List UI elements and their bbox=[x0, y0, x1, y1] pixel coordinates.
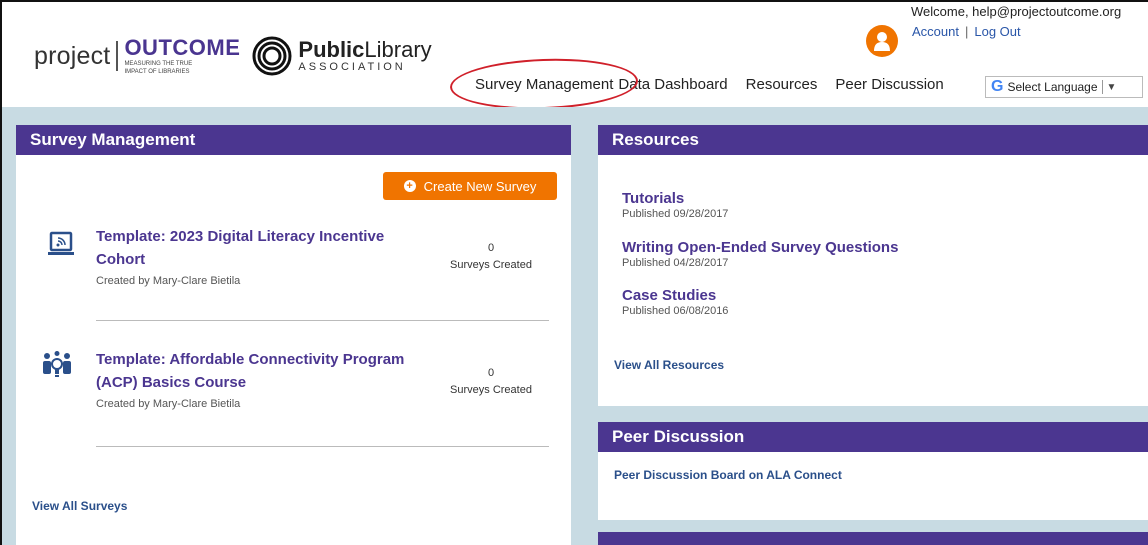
logout-link[interactable]: Log Out bbox=[974, 24, 1020, 39]
resource-date: Published 04/28/2017 bbox=[622, 257, 729, 269]
survey-count-value: 0 bbox=[487, 242, 495, 254]
survey-count-label: Surveys Created bbox=[450, 259, 532, 271]
view-all-surveys-link[interactable]: View All Surveys bbox=[32, 499, 127, 513]
logo-tagline-1: MEASURING THE TRUE bbox=[124, 61, 193, 67]
resources-panel: Resources Tutorials Published 09/28/2017… bbox=[598, 125, 1148, 406]
resources-heading: Resources bbox=[598, 125, 1148, 155]
account-link[interactable]: Account bbox=[912, 24, 959, 39]
google-icon: G bbox=[991, 78, 1004, 95]
chevron-down-icon: ▼ bbox=[1106, 81, 1117, 93]
view-all-resources-link[interactable]: View All Resources bbox=[614, 358, 724, 372]
survey-count-label: Surveys Created bbox=[450, 384, 532, 396]
resource-title-link[interactable]: Tutorials bbox=[622, 190, 728, 207]
plus-circle-icon: + bbox=[403, 180, 416, 192]
project-outcome-logo[interactable]: project OUTCOME MEASURING THE TRUE IMPAC… bbox=[34, 36, 432, 76]
logo-outcome: OUTCOME MEASURING THE TRUE IMPACT OF LIB… bbox=[124, 35, 241, 76]
language-select-label: Select Language bbox=[1007, 80, 1098, 94]
survey-management-panel: Survey Management + Create New Survey Te… bbox=[16, 125, 571, 545]
survey-count: 0 Surveys Created bbox=[441, 365, 541, 399]
resource-item: Tutorials Published 09/28/2017 bbox=[622, 190, 728, 220]
resource-date: Published 09/28/2017 bbox=[622, 208, 729, 220]
pla-logo-text: PublicLibrary ASSOCIATION bbox=[298, 39, 431, 73]
survey-title-link[interactable]: Template: Affordable Connectivity Progra… bbox=[96, 348, 416, 394]
logo-outcome-text: OUTCOME bbox=[124, 35, 241, 60]
account-links: Account | Log Out bbox=[912, 24, 1021, 39]
resource-date: Published 06/08/2016 bbox=[622, 305, 729, 317]
survey-management-heading: Survey Management bbox=[16, 125, 571, 155]
peer-discussion-board-link[interactable]: Peer Discussion Board on ALA Connect bbox=[614, 468, 842, 482]
resource-title-link[interactable]: Writing Open-Ended Survey Questions bbox=[622, 239, 898, 256]
survey-title-link[interactable]: Template: 2023 Digital Literacy Incentiv… bbox=[96, 225, 416, 271]
create-new-survey-button[interactable]: + Create New Survey bbox=[383, 172, 557, 200]
peer-discussion-heading: Peer Discussion bbox=[598, 422, 1148, 452]
laptop-wifi-icon bbox=[48, 231, 74, 255]
account-separator: | bbox=[964, 24, 969, 39]
pla-name: PublicLibrary bbox=[298, 37, 432, 62]
pla-seal-icon bbox=[252, 36, 292, 76]
resource-item: Case Studies Published 06/08/2016 bbox=[622, 287, 728, 317]
logo-divider bbox=[116, 41, 119, 71]
language-select-divider bbox=[1101, 80, 1103, 94]
nav-peer-discussion[interactable]: Peer Discussion bbox=[835, 76, 943, 93]
survey-divider bbox=[96, 446, 549, 447]
next-panel-heading bbox=[598, 532, 1148, 545]
resource-title-link[interactable]: Case Studies bbox=[622, 287, 728, 304]
user-avatar-icon[interactable] bbox=[866, 25, 898, 57]
survey-divider bbox=[96, 320, 549, 321]
resource-item: Writing Open-Ended Survey Questions Publ… bbox=[622, 239, 898, 269]
language-select[interactable]: G Select Language ▼ bbox=[985, 76, 1143, 98]
logo-project-text: project bbox=[34, 41, 111, 70]
survey-count-value: 0 bbox=[487, 367, 495, 379]
survey-created-by: Created by Mary-Clare Bietila bbox=[96, 275, 241, 287]
pla-association: ASSOCIATION bbox=[298, 61, 406, 73]
survey-created-by: Created by Mary-Clare Bietila bbox=[96, 398, 241, 410]
person-icon bbox=[874, 32, 890, 51]
survey-count: 0 Surveys Created bbox=[441, 240, 541, 274]
peer-discussion-panel: Peer Discussion Peer Discussion Board on… bbox=[598, 422, 1148, 520]
nav-resources[interactable]: Resources bbox=[746, 76, 818, 93]
welcome-text: Welcome, help@projectoutcome.org bbox=[911, 4, 1122, 19]
logo-tagline-2: IMPACT OF LIBRARIES bbox=[124, 69, 190, 75]
create-new-survey-label: Create New Survey bbox=[423, 178, 537, 194]
group-idea-icon bbox=[43, 351, 71, 377]
